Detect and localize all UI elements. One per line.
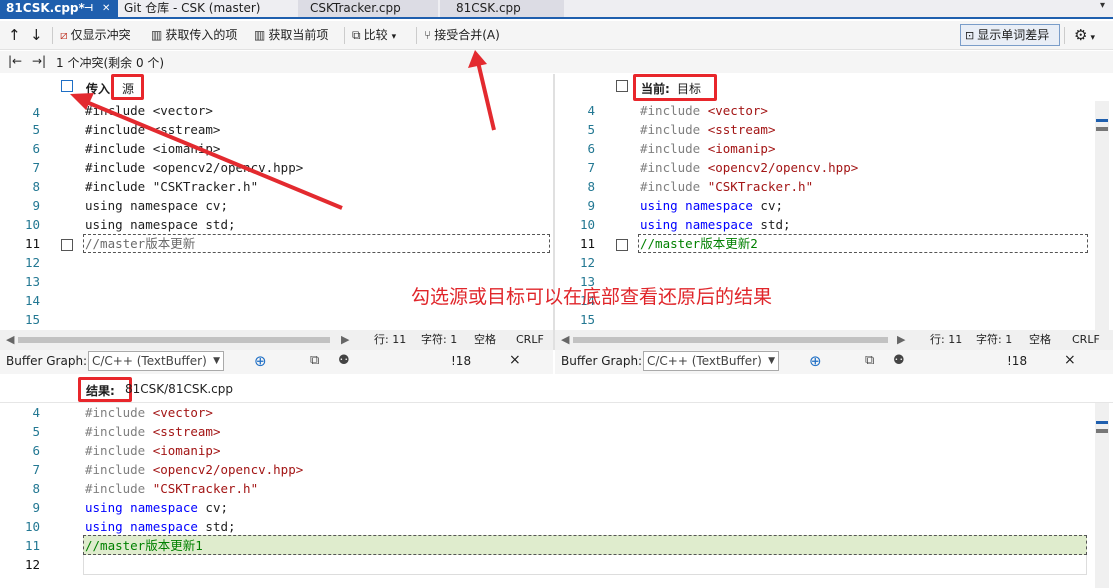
arrow-to-checkbox	[70, 93, 343, 210]
arrow-to-accept-merge	[468, 50, 496, 131]
annotation-arrows	[70, 50, 496, 210]
